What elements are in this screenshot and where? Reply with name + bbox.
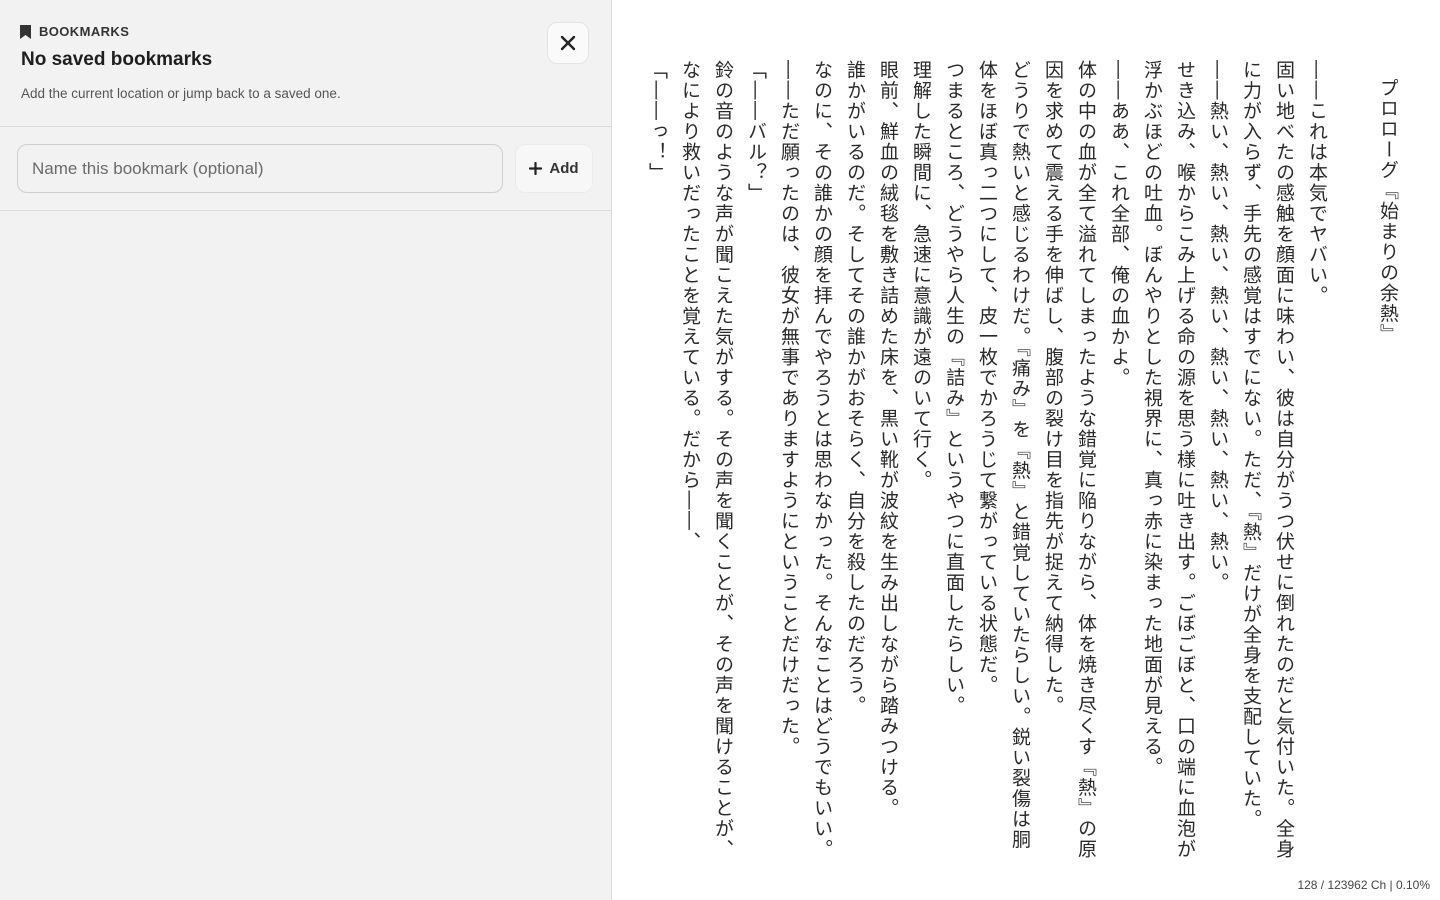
bookmark-icon [20, 24, 31, 39]
paragraph: 鈴の音のような声が聞こえた気がする。その声を聞くことが、その声を聞けることが、な… [679, 60, 734, 860]
paragraph: なのに、その誰かの顔を拝んでやろうとは思わなかった。そんなことはどうでもいい。 [811, 60, 833, 860]
reading-progress-status: 128 / 123962 Ch | 0.10% [1297, 878, 1430, 892]
reader-pane[interactable]: プロローグ『始まりの余熱』 ――これは本気でヤバい。 固い地べたの感触を顔面に味… [613, 0, 1440, 900]
add-bookmark-row: Add [0, 127, 611, 211]
paragraph: ――ああ、これ全部、俺の血かよ。 [1108, 60, 1130, 388]
chapter-title: プロローグ『始まりの余熱』 [1377, 78, 1399, 345]
paragraph: ――これは本気でヤバい。 [1306, 60, 1328, 306]
panel-subtitle: Add the current location or jump back to… [21, 86, 341, 101]
plus-icon [529, 162, 543, 175]
paragraph: つまるところ、どうやら人生の『詰み』というやつに直面したらしい。 [943, 60, 965, 716]
add-button-label: Add [549, 160, 579, 177]
close-icon [560, 35, 576, 51]
bookmarks-panel: BOOKMARKS No saved bookmarks Add the cur… [0, 0, 612, 900]
paragraph: 眼前、鮮血の絨毯を敷き詰めた床を、黒い靴が波紋を生み出しながら踏みつける。 [877, 60, 899, 819]
section-label-text: BOOKMARKS [39, 24, 130, 39]
paragraph: せき込み、喉からこみ上げる命の源を思う様に吐き出す。ごぼごぼと、口の端に血泡が浮… [1141, 60, 1196, 860]
paragraph: 誰かがいるのだ。そしてその誰かがおそらく、自分を殺したのだろう。 [844, 60, 866, 716]
paragraph: ――ただ願ったのは、彼女が無事でありますようにということだけだった。 [778, 60, 800, 757]
paragraph: 体の中の血が全て溢れてしまったような錯覚に陥りながら、体を焼き尽くす『熱』の原因… [1042, 60, 1097, 860]
paragraph: 「――バル？」 [745, 60, 767, 204]
paragraph: どうりで熱いと感じるわけだ。『痛み』を『熱』と錯覚していたらしい。鋭い裂傷は胴体… [976, 60, 1031, 850]
vertical-text-content: プロローグ『始まりの余熱』 ――これは本気でヤバい。 固い地べたの感触を顔面に味… [640, 60, 1404, 860]
bookmarks-section-label: BOOKMARKS [20, 24, 129, 39]
paragraph: ――熱い、熱い、熱い、熱い、熱い、熱い、熱い、熱い。 [1207, 60, 1229, 593]
panel-title: No saved bookmarks [21, 49, 213, 70]
paragraph: 「――っ！」 [646, 60, 668, 183]
close-button[interactable] [547, 22, 589, 64]
paragraph: 固い地べたの感触を顔面に味わい、彼は自分がうつ伏せに倒れたのだと気付いた。全身に… [1240, 60, 1295, 860]
add-bookmark-button[interactable]: Add [515, 144, 593, 193]
bookmark-name-input[interactable] [17, 144, 503, 193]
bookmarks-header: BOOKMARKS No saved bookmarks Add the cur… [0, 0, 611, 127]
paragraph: 理解した瞬間に、急速に意識が遠のいて行く。 [910, 60, 932, 491]
